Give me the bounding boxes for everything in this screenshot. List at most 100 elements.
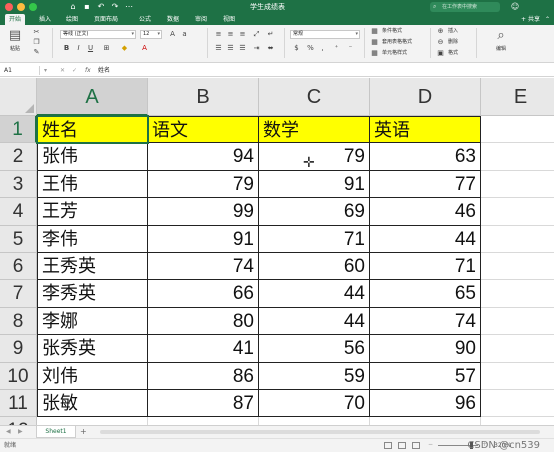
- name-box-dropdown-icon[interactable]: ▾: [44, 66, 47, 75]
- page-break-view-icon[interactable]: [412, 442, 420, 449]
- score-cell[interactable]: 56: [259, 335, 370, 363]
- next-sheet-icon[interactable]: ▶: [18, 426, 23, 438]
- tab-view[interactable]: 视图: [219, 14, 239, 25]
- score-cell[interactable]: 71: [370, 253, 481, 281]
- increase-decimal-icon[interactable]: ⁺: [332, 44, 341, 53]
- name-cell[interactable]: 张伟: [37, 143, 148, 171]
- format-painter-icon[interactable]: ✎: [32, 48, 41, 57]
- score-cell[interactable]: 69: [259, 198, 370, 226]
- score-cell[interactable]: 65: [370, 280, 481, 308]
- name-cell[interactable]: 王芳: [37, 198, 148, 226]
- empty-cell[interactable]: [481, 308, 554, 336]
- select-all-button[interactable]: [0, 78, 37, 116]
- score-cell[interactable]: 70: [259, 390, 370, 418]
- row-header-11[interactable]: 11: [0, 390, 37, 418]
- score-cell[interactable]: 46: [370, 198, 481, 226]
- delete-cells-button[interactable]: 删除: [448, 38, 458, 46]
- table-format-button[interactable]: 套用表格格式: [382, 38, 412, 46]
- cut-icon[interactable]: ✂: [32, 28, 41, 37]
- currency-icon[interactable]: $: [292, 44, 301, 53]
- row-header-1[interactable]: 1: [0, 116, 37, 144]
- row-header-9[interactable]: 9: [0, 335, 37, 363]
- align-middle-icon[interactable]: ≡: [226, 30, 235, 39]
- format-cells-button[interactable]: 格式: [448, 49, 458, 57]
- name-cell[interactable]: 张敏: [37, 390, 148, 418]
- share-button[interactable]: + 共享: [521, 14, 540, 25]
- align-bottom-icon[interactable]: ≡: [238, 30, 247, 39]
- score-cell[interactable]: 74: [148, 253, 259, 281]
- score-cell[interactable]: 77: [370, 170, 481, 199]
- bold-icon[interactable]: B: [62, 44, 71, 53]
- name-cell[interactable]: 王秀英: [37, 253, 148, 281]
- prev-sheet-icon[interactable]: ◀: [6, 426, 11, 438]
- score-cell[interactable]: 99: [148, 198, 259, 226]
- italic-icon[interactable]: I: [74, 44, 83, 53]
- cancel-entry-icon[interactable]: ✕: [60, 66, 65, 75]
- empty-cell[interactable]: [481, 198, 554, 226]
- score-cell[interactable]: 79: [148, 170, 259, 199]
- column-header-b[interactable]: B: [148, 78, 259, 116]
- page-layout-view-icon[interactable]: [398, 442, 406, 449]
- score-cell[interactable]: 74: [370, 307, 481, 336]
- score-cell[interactable]: 94: [148, 143, 259, 171]
- header-cell-c[interactable]: 数学: [259, 116, 370, 144]
- formula-input[interactable]: 姓名: [98, 66, 110, 75]
- score-cell[interactable]: 86: [148, 362, 259, 390]
- decrease-decimal-icon[interactable]: ⁻: [346, 44, 355, 53]
- empty-cell[interactable]: [481, 143, 554, 171]
- row-header-4[interactable]: 4: [0, 198, 37, 226]
- score-cell[interactable]: 44: [259, 307, 370, 336]
- score-cell[interactable]: 57: [370, 362, 481, 390]
- tab-formulas[interactable]: 公式: [135, 14, 155, 25]
- score-cell[interactable]: 41: [148, 335, 259, 363]
- home-icon[interactable]: ⌂: [68, 2, 78, 12]
- increase-font-icon[interactable]: A: [168, 30, 177, 39]
- zoom-out-icon[interactable]: −: [428, 439, 433, 451]
- name-cell[interactable]: 李娜: [37, 307, 148, 336]
- empty-cell[interactable]: [481, 417, 554, 425]
- indent-icon[interactable]: ⇥: [252, 44, 261, 53]
- align-left-icon[interactable]: ☰: [214, 44, 223, 53]
- orientation-icon[interactable]: ⤢: [252, 30, 261, 39]
- name-cell[interactable]: 王伟: [37, 170, 148, 199]
- zoom-window-button[interactable]: [29, 3, 37, 11]
- edit-button[interactable]: ⌕ 编辑: [490, 27, 512, 57]
- align-right-icon[interactable]: ☰: [238, 44, 247, 53]
- empty-cell[interactable]: [481, 335, 554, 363]
- save-icon[interactable]: ▪: [82, 2, 92, 12]
- merge-cells-icon[interactable]: ⬌: [266, 44, 275, 53]
- row-header-12[interactable]: 12: [0, 417, 37, 425]
- fill-color-icon[interactable]: ◆: [120, 44, 129, 53]
- empty-cell[interactable]: [37, 417, 148, 425]
- score-cell[interactable]: 96: [370, 390, 481, 418]
- empty-cell[interactable]: [481, 390, 554, 418]
- align-center-icon[interactable]: ☰: [226, 44, 235, 53]
- insert-function-icon[interactable]: fx: [85, 66, 91, 75]
- empty-cell[interactable]: [148, 417, 259, 425]
- add-sheet-button[interactable]: +: [80, 426, 87, 438]
- column-header-d[interactable]: D: [370, 78, 481, 116]
- empty-cell[interactable]: [481, 171, 554, 199]
- row-header-3[interactable]: 3: [0, 170, 37, 199]
- row-header-10[interactable]: 10: [0, 362, 37, 390]
- name-cell[interactable]: 李伟: [37, 225, 148, 253]
- score-cell[interactable]: 71: [259, 225, 370, 253]
- tab-review[interactable]: 审阅: [191, 14, 211, 25]
- normal-view-icon[interactable]: [384, 442, 392, 449]
- tab-home[interactable]: 开始: [5, 14, 26, 25]
- header-cell-d[interactable]: 英语: [370, 116, 481, 144]
- redo-icon[interactable]: ↷: [110, 2, 120, 12]
- score-cell[interactable]: 90: [370, 335, 481, 363]
- insert-cells-button[interactable]: 插入: [448, 27, 458, 35]
- row-header-6[interactable]: 6: [0, 253, 37, 281]
- minimize-window-button[interactable]: [17, 3, 25, 11]
- score-cell[interactable]: 59: [259, 362, 370, 390]
- borders-icon[interactable]: ⊞: [102, 44, 111, 53]
- comma-icon[interactable]: ,: [318, 44, 327, 53]
- decrease-font-icon[interactable]: a: [180, 30, 189, 39]
- number-format-select[interactable]: 常规: [290, 30, 360, 39]
- tab-insert[interactable]: 插入: [35, 14, 55, 25]
- header-cell-a[interactable]: 姓名: [37, 116, 148, 144]
- score-cell[interactable]: 44: [259, 280, 370, 308]
- header-cell-b[interactable]: 语文: [148, 116, 259, 144]
